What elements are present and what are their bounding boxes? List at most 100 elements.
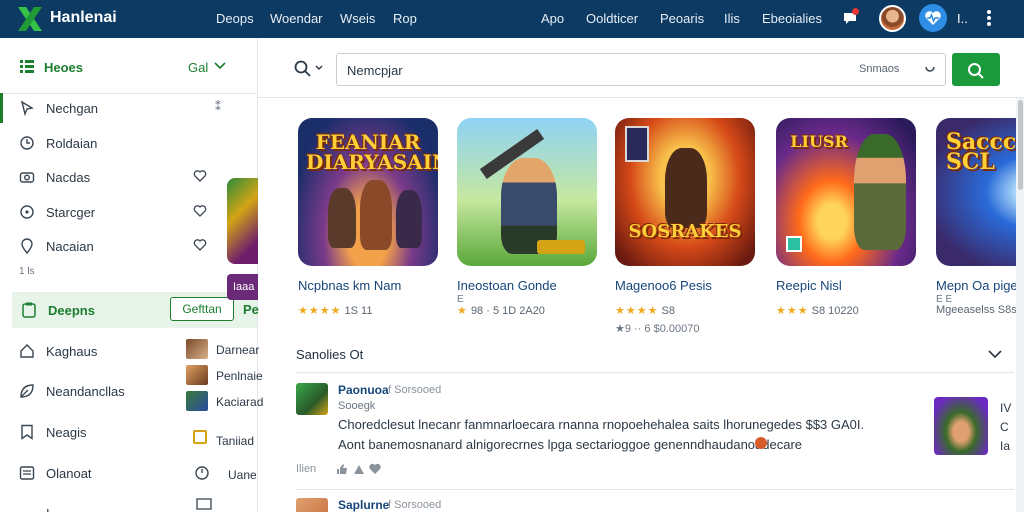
sidebar-item-label: I: [46, 506, 50, 512]
search-icon: [968, 63, 984, 79]
sidebar-item-label: Nechgan: [46, 101, 99, 116]
heartbeat-icon: [925, 11, 941, 25]
mail-icon[interactable]: [196, 498, 212, 510]
heart-icon[interactable]: [369, 463, 381, 475]
subpanel-text-2[interactable]: Penlnaie: [216, 369, 263, 383]
chevron-down-icon[interactable]: [214, 62, 226, 70]
nav-link-4[interactable]: Rop: [393, 11, 417, 26]
game-card-5[interactable]: Sacccer SCL Mepn Oa pige E E Mgeeaselss …: [936, 118, 1016, 333]
app-logo-icon[interactable]: [14, 3, 46, 35]
search-input[interactable]: [347, 60, 827, 80]
post-side-line: IV: [1000, 401, 1012, 415]
map-pin-icon: [21, 238, 33, 254]
nav-link-3[interactable]: Wseis: [340, 11, 375, 26]
heart-outline-icon[interactable]: [193, 169, 207, 183]
share-icon[interactable]: [353, 463, 365, 475]
search-option-label[interactable]: Snmaos: [859, 63, 899, 75]
sidebar-item-2[interactable]: Roldaian: [0, 128, 257, 158]
game-art[interactable]: LIUSR: [776, 118, 916, 266]
nav-link-7[interactable]: Peoaris: [660, 11, 704, 26]
list-icon: [19, 466, 35, 480]
game-card-1[interactable]: FEANIAR DIARYASAIN Ncpbnas km Nam ★★★★ 1…: [298, 118, 448, 333]
search-box[interactable]: Snmaos: [336, 53, 946, 86]
sidebar-item-4[interactable]: Starcger: [0, 197, 257, 227]
nav-link-6[interactable]: Ooldticer: [586, 11, 638, 26]
document-icon: [22, 302, 36, 318]
nav-link-8[interactable]: Ilis: [724, 11, 740, 26]
game-name[interactable]: Ineostoan Gonde: [457, 278, 557, 293]
nav-link-9[interactable]: Ebeoialies: [762, 11, 822, 26]
rating-score: S8: [661, 305, 675, 317]
game-art[interactable]: SOSRAKES: [615, 118, 755, 266]
badge-icon: [193, 430, 207, 444]
heart-outline-icon[interactable]: [193, 204, 207, 218]
toggle-icon[interactable]: [924, 64, 936, 76]
subpanel-text-3[interactable]: Kaciarad: [216, 395, 263, 409]
sidebar-more-label[interactable]: Pe: [243, 302, 259, 317]
peek-game-card[interactable]: [227, 178, 258, 264]
sidebar-item-active[interactable]: Deepns Gefttan Pe: [12, 292, 259, 328]
drag-handle-icon[interactable]: ⁑: [215, 100, 221, 114]
peek-label[interactable]: Iaaa: [227, 274, 258, 300]
sidebar-item-9[interactable]: Olanoat: [0, 458, 257, 488]
section-title: Sanolies Ot: [296, 347, 364, 362]
subpanel-text-5[interactable]: Uane: [228, 468, 257, 482]
sidebar-item-3[interactable]: Nacdas: [0, 162, 257, 192]
sidebar-item-label: Nacdas: [46, 170, 91, 185]
game-card-3[interactable]: SOSRAKES Magenoo6 Pesis ★★★★ S8 ★9 ·· 6 …: [615, 118, 765, 335]
leaf-icon: [20, 384, 34, 398]
rating-score: 1S 11: [344, 305, 373, 317]
sidebar-item-label: Neandancllas: [46, 384, 125, 399]
search-button[interactable]: [952, 53, 1000, 86]
nav-link-2[interactable]: Woendar: [270, 11, 323, 26]
sidebar-item-label: Nacaian: [46, 239, 94, 254]
scrollbar-thumb[interactable]: [1018, 100, 1023, 190]
sidebar-item-label: Kaghaus: [46, 344, 98, 359]
sidebar-item-10[interactable]: I: [0, 498, 257, 512]
nav-link-5[interactable]: Apo: [541, 11, 564, 26]
sidebar-item-label: Deepns: [48, 303, 95, 318]
sidebar-item-5[interactable]: Nacaian: [0, 231, 257, 261]
bookmark-icon: [21, 424, 33, 440]
divider: [296, 372, 1014, 373]
sidebar-item-1[interactable]: Nechgan ⁑: [0, 93, 257, 123]
refresh-icon[interactable]: [194, 465, 210, 481]
menu-icon: [19, 505, 35, 512]
post-author[interactable]: Paonuoa: [338, 383, 389, 397]
subpanel-text-4[interactable]: Taniiad: [216, 434, 254, 448]
game-name[interactable]: Ncpbnas km Nam: [298, 278, 401, 293]
user-avatar[interactable]: [879, 5, 906, 32]
rating-score: 98 · 5 1D 2A20: [470, 305, 545, 317]
game-art[interactable]: Sacccer SCL: [936, 118, 1016, 266]
game-art-title: Sacccer SCL: [946, 129, 1016, 175]
search-scope-icon[interactable]: [294, 60, 328, 78]
like-icon[interactable]: [336, 463, 348, 475]
game-card-2[interactable]: Ineostoan Gonde E ★ 98 · 5 1D 2A20: [457, 118, 607, 333]
heart-outline-icon[interactable]: [193, 238, 207, 252]
clock-icon: [20, 136, 34, 150]
sidebar-filter[interactable]: Gal: [188, 60, 208, 75]
post-footer-label[interactable]: Ilien: [296, 463, 316, 475]
game-art[interactable]: [457, 118, 597, 266]
activity-button[interactable]: [919, 4, 947, 32]
game-name[interactable]: Mepn Oa pige: [936, 278, 1016, 293]
game-name[interactable]: Reepic Nisl: [776, 278, 842, 293]
top-more-label[interactable]: I..: [957, 11, 968, 26]
rating-stars: ★★★★: [615, 305, 659, 317]
chevron-down-icon[interactable]: [988, 350, 1002, 359]
kebab-menu-icon[interactable]: [984, 9, 994, 29]
game-art-title: LIUSR: [790, 132, 848, 151]
nav-link-1[interactable]: Deops: [216, 11, 254, 26]
avatar[interactable]: [296, 498, 328, 512]
app-brand[interactable]: Hanlenai: [50, 9, 117, 27]
post-thumbnail[interactable]: [934, 397, 988, 455]
sidebar-item-label: Olanoat: [46, 466, 92, 481]
game-name[interactable]: Magenoo6 Pesis: [615, 278, 712, 293]
avatar[interactable]: [296, 383, 328, 415]
sidebar-pill-button[interactable]: Gefttan: [170, 297, 234, 321]
game-art[interactable]: FEANIAR DIARYASAIN: [298, 118, 438, 266]
game-card-4[interactable]: LIUSR Reepic Nisl ★★★ S8 10220: [776, 118, 926, 333]
post-author[interactable]: Saplurne: [338, 498, 389, 512]
post-1: Paonuoa f Sorsooed Sooegk Choredclesut l…: [296, 383, 1014, 483]
subpanel-text-1[interactable]: Darnear: [216, 343, 259, 357]
